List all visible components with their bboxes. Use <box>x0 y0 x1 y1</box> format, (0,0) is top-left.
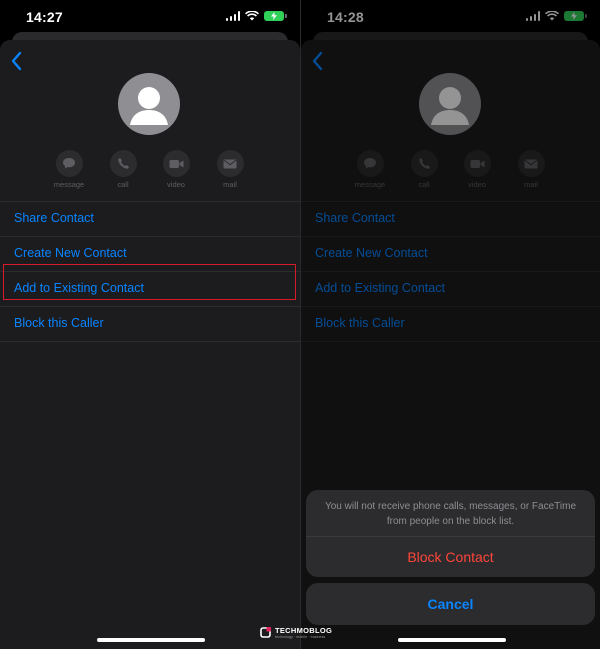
video-action[interactable]: video <box>146 150 206 189</box>
block-this-caller-label: Block this Caller <box>14 316 104 330</box>
contact-actions: message call video mail <box>0 150 300 200</box>
share-contact-label: Share Contact <box>14 211 94 225</box>
techmoblog-logo-icon <box>260 627 271 638</box>
block-warning-message: You will not receive phone calls, messag… <box>324 501 577 527</box>
watermark-brand: TECHMOBLOG <box>275 626 333 635</box>
share-contact-row[interactable]: Share Contact <box>0 201 300 236</box>
message-icon <box>63 158 75 169</box>
home-indicator[interactable] <box>398 638 506 642</box>
status-time: 14:27 <box>26 9 63 25</box>
person-silhouette-icon <box>130 87 168 125</box>
phone-icon <box>117 158 129 169</box>
home-indicator[interactable] <box>97 638 205 642</box>
block-contact-button[interactable]: Block Contact <box>306 537 595 577</box>
call-label: call <box>117 180 129 189</box>
phone-screen-right: 14:28 message call video mail Share Cont… <box>301 0 600 649</box>
block-this-caller-row[interactable]: Block this Caller <box>0 306 300 341</box>
contact-sheet: message call video mail Share Contact Cr… <box>0 40 300 649</box>
message-label: message <box>53 180 85 189</box>
back-chevron-icon[interactable] <box>8 50 28 72</box>
highlight-box <box>3 264 296 300</box>
mail-icon <box>223 159 237 168</box>
status-icons <box>225 11 287 21</box>
watermark-tagline: technology · mobile · business <box>275 635 326 639</box>
wifi-icon <box>245 11 259 21</box>
phone-screen-left: 14:27 message call video mail Share Cont… <box>0 0 300 649</box>
message-action[interactable]: message <box>39 150 99 189</box>
video-icon <box>169 159 183 168</box>
cancel-button[interactable]: Cancel <box>306 583 595 625</box>
cellular-signal-icon <box>225 11 240 21</box>
mail-action[interactable]: mail <box>200 150 260 189</box>
mail-label: mail <box>223 180 237 189</box>
block-action-sheet: You will not receive phone calls, messag… <box>306 490 595 577</box>
list-divider <box>0 341 300 342</box>
battery-charging-icon <box>264 11 287 21</box>
video-label: video <box>167 180 185 189</box>
contact-avatar <box>118 73 180 135</box>
call-action[interactable]: call <box>93 150 153 189</box>
watermark: TECHMOBLOG technology · mobile · busines… <box>260 626 346 642</box>
status-bar: 14:27 <box>0 0 300 36</box>
create-new-contact-label: Create New Contact <box>14 246 127 260</box>
